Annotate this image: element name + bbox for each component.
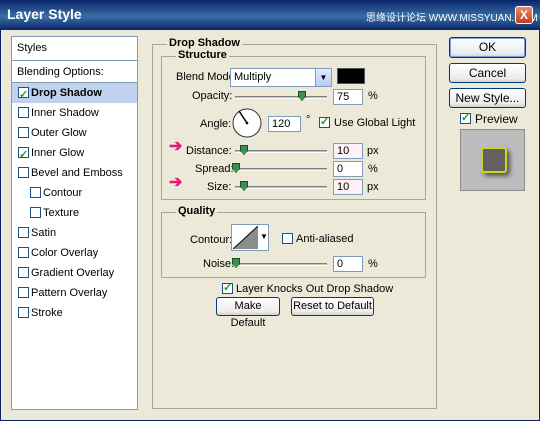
anti-aliased-checkbox[interactable] <box>282 233 293 244</box>
style-item-inner-glow[interactable]: Inner Glow <box>12 143 137 165</box>
blend-mode-select[interactable]: Multiply ▼ <box>230 68 332 87</box>
blend-mode-value: Multiply <box>234 71 272 83</box>
style-item-stroke[interactable]: Stroke <box>12 303 137 323</box>
style-item-label: Texture <box>43 207 80 219</box>
opacity-unit: % <box>368 90 378 102</box>
angle-unit: ° <box>306 114 311 126</box>
style-item-label: Inner Shadow <box>31 107 99 119</box>
blend-mode-label: Blend Mode: <box>176 71 238 83</box>
contour-linear-icon <box>233 226 258 249</box>
size-input[interactable]: 10 <box>333 179 363 195</box>
noise-label: Noise: <box>203 258 235 270</box>
angle-input[interactable]: 120 <box>268 116 301 132</box>
size-slider-track[interactable] <box>235 186 327 189</box>
window-title: Layer Style <box>7 6 82 22</box>
preview-swatch <box>481 147 507 173</box>
pattern-overlay-checkbox[interactable] <box>18 287 29 298</box>
preview-checkbox[interactable] <box>460 111 471 124</box>
spread-unit: % <box>368 163 378 175</box>
stroke-checkbox[interactable] <box>18 307 29 318</box>
size-label: Size: <box>207 181 232 193</box>
style-item-label: Bevel and Emboss <box>31 167 123 179</box>
contour-picker[interactable]: ▼ <box>231 224 269 251</box>
blending-options-item[interactable]: Blending Options: Default <box>12 62 137 98</box>
gradient-overlay-checkbox[interactable] <box>18 267 29 278</box>
inner-shadow-checkbox[interactable] <box>18 107 29 118</box>
noise-input[interactable]: 0 <box>333 256 363 272</box>
layer-knocks-out-label: Layer Knocks Out Drop Shadow <box>236 283 394 295</box>
style-item-label: Stroke <box>31 307 63 319</box>
style-item-label: Outer Glow <box>31 127 87 139</box>
style-preview <box>460 129 525 191</box>
style-item-pattern-overlay[interactable]: Pattern Overlay <box>12 283 137 303</box>
angle-dial[interactable] <box>231 107 263 139</box>
cancel-button[interactable]: Cancel <box>449 63 526 83</box>
color-overlay-checkbox[interactable] <box>18 247 29 258</box>
spread-label: Spread: <box>195 163 234 175</box>
distance-label: Distance: <box>186 145 232 157</box>
structure-title: Structure <box>176 49 229 61</box>
style-item-contour[interactable]: Contour <box>12 183 137 203</box>
styles-header[interactable]: Styles <box>12 38 137 58</box>
noise-slider-track[interactable] <box>235 263 327 266</box>
style-item-texture[interactable]: Texture <box>12 203 137 223</box>
layer-knocks-out-checkbox[interactable] <box>222 281 233 294</box>
size-unit: px <box>367 181 379 193</box>
style-item-label: Drop Shadow <box>31 87 102 99</box>
chevron-down-icon: ▼ <box>315 69 331 86</box>
contour-checkbox[interactable] <box>30 187 41 198</box>
style-item-bevel-emboss[interactable]: Bevel and Emboss <box>12 163 137 183</box>
chevron-down-icon: ▼ <box>260 232 268 241</box>
spread-input[interactable]: 0 <box>333 161 363 177</box>
bevel-emboss-checkbox[interactable] <box>18 167 29 178</box>
style-item-inner-shadow[interactable]: Inner Shadow <box>12 103 137 123</box>
style-item-label: Satin <box>31 227 57 239</box>
pink-arrow-icon: ➔ <box>169 174 183 191</box>
distance-input[interactable]: 10 <box>333 143 363 159</box>
make-default-button[interactable]: Make Default <box>216 297 280 329</box>
style-item-label: Inner Glow <box>31 147 85 159</box>
style-item-label: Contour <box>43 187 83 199</box>
style-item-label: Gradient Overlay <box>31 267 115 279</box>
inner-glow-checkbox[interactable] <box>18 145 29 165</box>
style-item-gradient-overlay[interactable]: Gradient Overlay <box>12 263 137 283</box>
title-bar: Layer Style 思缘设计论坛 WWW.MISSYUAN.COM X <box>0 0 540 30</box>
watermark-text: 思缘设计论坛 WWW.MISSYUAN.COM <box>366 13 538 24</box>
use-global-light-label: Use Global Light <box>334 117 416 129</box>
shadow-color-swatch[interactable] <box>337 68 365 84</box>
preview-label: Preview <box>475 112 518 126</box>
drop-shadow-checkbox[interactable] <box>18 85 29 105</box>
quality-title: Quality <box>176 205 218 217</box>
style-item-outer-glow[interactable]: Outer Glow <box>12 123 137 143</box>
anti-aliased-label: Anti-aliased <box>296 233 354 245</box>
drop-shadow-title: Drop Shadow <box>167 37 242 49</box>
style-item-satin[interactable]: Satin <box>12 223 137 243</box>
style-item-color-overlay[interactable]: Color Overlay <box>12 243 137 263</box>
spread-slider-track[interactable] <box>235 168 327 171</box>
angle-label: Angle: <box>200 118 232 130</box>
style-item-label: Pattern Overlay <box>31 287 108 299</box>
reset-to-default-button[interactable]: Reset to Default <box>291 297 374 316</box>
satin-checkbox[interactable] <box>18 227 29 238</box>
contour-label: Contour: <box>190 234 233 246</box>
ok-button[interactable]: OK <box>449 37 526 58</box>
close-button[interactable]: X <box>515 6 533 24</box>
styles-header-label: Styles <box>17 42 47 54</box>
noise-unit: % <box>368 258 378 270</box>
new-style-button[interactable]: New Style... <box>449 88 526 108</box>
opacity-label: Opacity: <box>192 90 233 102</box>
styles-list: Styles Blending Options: Default Drop Sh… <box>11 36 138 410</box>
opacity-slider-track[interactable] <box>235 96 327 99</box>
distance-slider-track[interactable] <box>235 150 327 153</box>
outer-glow-checkbox[interactable] <box>18 127 29 138</box>
pink-arrow-icon: ➔ <box>169 138 183 155</box>
use-global-light-checkbox[interactable] <box>319 115 330 128</box>
distance-unit: px <box>367 145 379 157</box>
opacity-input[interactable]: 75 <box>333 89 363 105</box>
style-item-label: Color Overlay <box>31 247 99 259</box>
style-item-drop-shadow[interactable]: Drop Shadow <box>12 83 137 105</box>
texture-checkbox[interactable] <box>30 207 41 218</box>
